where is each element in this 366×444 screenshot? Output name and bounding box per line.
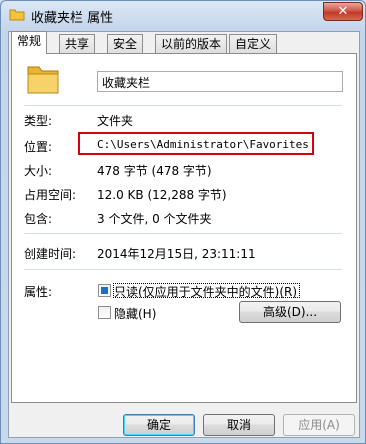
folder-name-input[interactable]: 收藏夹栏 [97,71,343,92]
type-label: 类型: [24,114,53,128]
folder-icon [9,9,25,21]
size-on-disk-label: 占用空间: [24,188,77,202]
contains-value: 3 个文件, 0 个文件夹 [97,212,212,226]
readonly-checkbox[interactable] [98,284,111,297]
close-button[interactable]: ✕ [323,2,363,21]
location-label: 位置: [24,140,53,154]
title-bar[interactable]: 收藏夹栏 属性 ✕ [1,1,365,29]
readonly-label[interactable]: 只读(仅应用于文件夹中的文件)(R) [114,283,297,300]
cancel-button[interactable]: 取消 [203,414,275,436]
hidden-label[interactable]: 隐藏(H) [114,305,156,322]
tab-security[interactable]: 安全 [107,34,144,53]
tab-customize[interactable]: 自定义 [229,34,278,53]
close-icon: ✕ [337,4,349,19]
window-title: 收藏夹栏 属性 [31,11,114,26]
size-on-disk-value: 12.0 KB (12,288 字节) [97,188,227,202]
divider [24,233,342,234]
divider [24,269,342,270]
apply-button[interactable]: 应用(A) [283,414,355,436]
location-highlight-box [78,132,314,155]
created-value: 2014年12月15日, 23:11:11 [97,247,256,261]
properties-dialog: 收藏夹栏 属性 ✕ 常规 共享 安全 以前的版本 自定义 收藏夹栏 类型: 文件… [0,0,366,444]
folder-icon [27,66,59,94]
attributes-label: 属性: [24,285,53,299]
created-label: 创建时间: [24,247,77,261]
tab-previous-versions[interactable]: 以前的版本 [155,34,228,53]
advanced-button[interactable]: 高级(D)... [239,301,341,323]
hidden-checkbox[interactable] [98,306,111,319]
tab-general[interactable]: 常规 [11,31,48,54]
size-value: 478 字节 (478 字节) [97,164,212,178]
size-label: 大小: [24,164,53,178]
tab-sharing[interactable]: 共享 [59,34,96,53]
contains-label: 包含: [24,212,53,226]
ok-button[interactable]: 确定 [123,414,195,436]
divider [24,105,342,106]
type-value: 文件夹 [97,114,134,128]
